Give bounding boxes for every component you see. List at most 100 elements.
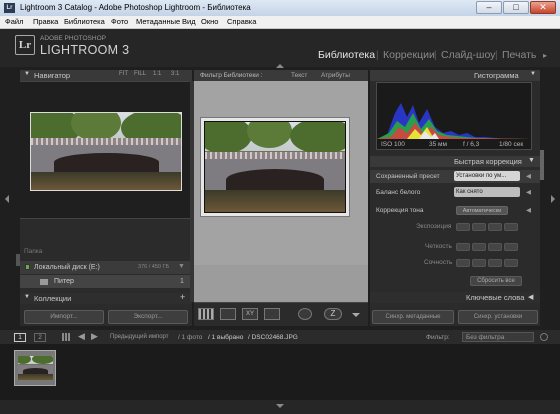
menu-file[interactable]: Файл bbox=[5, 17, 23, 26]
bottom-panel-toggle-icon[interactable] bbox=[276, 404, 284, 408]
navigator-header[interactable]: ▼ Навигатор FIT FILL 1:1 3:1 bbox=[20, 70, 192, 81]
top-panel-toggle-icon[interactable] bbox=[276, 64, 284, 68]
expand-triangle-icon[interactable]: ◀ bbox=[526, 206, 531, 214]
compare-view-icon[interactable]: XY bbox=[242, 308, 258, 320]
vibrance-plus-large[interactable] bbox=[504, 259, 518, 267]
histogram: ISO 100 35 мм f / 6,3 1/80 сек bbox=[376, 82, 532, 150]
menu-edit[interactable]: Правка bbox=[33, 17, 58, 26]
navigator-photo bbox=[30, 112, 182, 191]
toolbar-menu-icon[interactable] bbox=[352, 313, 360, 317]
histogram-header[interactable]: Гистограмма ▼ bbox=[370, 70, 540, 81]
import-button[interactable]: Импорт... bbox=[24, 310, 104, 324]
sort-direction-icon[interactable]: Z bbox=[324, 308, 342, 320]
module-print[interactable]: Печать bbox=[502, 49, 536, 61]
disk-status-icon bbox=[25, 264, 30, 270]
zoom-1-1[interactable]: 1:1 bbox=[153, 71, 161, 77]
white-balance-dropdown[interactable]: Как снято bbox=[454, 187, 520, 197]
exposure-plus[interactable] bbox=[488, 223, 502, 231]
quick-develop-header[interactable]: Быстрая коррекция ▼ bbox=[370, 156, 540, 167]
forward-arrow-icon[interactable]: ▶ bbox=[91, 331, 98, 342]
vibrance-plus[interactable] bbox=[488, 259, 502, 267]
menu-bar: Файл Правка Библиотека Фото Метаданные В… bbox=[0, 16, 560, 29]
left-scrollbar[interactable] bbox=[16, 254, 20, 266]
sync-settings-button[interactable]: Синхр. установки bbox=[458, 310, 538, 324]
disk-name: Локальный диск (E:) bbox=[34, 264, 100, 271]
tone-control-row: Коррекция тона Автоматически ◀ bbox=[370, 204, 540, 217]
volume-row[interactable]: Локальный диск (E:) 376 / 450 ГБ ▼ bbox=[20, 261, 192, 274]
thumbnail-photo bbox=[204, 121, 346, 213]
module-separator: | bbox=[376, 50, 379, 61]
exposure-plus-large[interactable] bbox=[504, 223, 518, 231]
right-scrollbar[interactable] bbox=[540, 150, 544, 180]
maximize-button[interactable]: □ bbox=[503, 1, 529, 14]
saved-preset-dropdown[interactable]: Установки по ум... bbox=[454, 171, 520, 181]
keywords-header[interactable]: Ключевые слова ◀ bbox=[370, 292, 540, 303]
navigator-preview[interactable] bbox=[20, 81, 192, 219]
folder-count: 1 bbox=[180, 278, 184, 285]
module-library[interactable]: Библиотека bbox=[318, 49, 375, 61]
left-panel-toggle-icon[interactable] bbox=[5, 195, 9, 203]
grid-view-icon[interactable] bbox=[198, 308, 214, 320]
close-button[interactable]: ✕ bbox=[530, 1, 556, 14]
thumbnail-cell[interactable] bbox=[194, 81, 368, 265]
clarity-minus[interactable] bbox=[472, 243, 486, 251]
right-panel-toggle-icon[interactable] bbox=[551, 195, 555, 203]
more-modules-icon[interactable]: ▸ bbox=[543, 51, 547, 60]
expand-triangle-icon: ◀ bbox=[528, 294, 534, 301]
filter-tab-text[interactable]: Текст bbox=[291, 72, 307, 79]
zoom-3-1[interactable]: 3:1 bbox=[171, 71, 179, 77]
zoom-fit[interactable]: FIT bbox=[119, 71, 128, 77]
menu-view[interactable]: Вид bbox=[182, 17, 196, 26]
tone-control-label: Коррекция тона bbox=[376, 207, 424, 214]
back-arrow-icon[interactable]: ◀ bbox=[78, 331, 85, 342]
logo-line2: LIGHTROOM 3 bbox=[40, 43, 130, 57]
vibrance-minus[interactable] bbox=[472, 259, 486, 267]
filter-switch-icon[interactable] bbox=[540, 333, 548, 341]
selected-thumbnail-frame[interactable] bbox=[200, 117, 350, 217]
exposure-label: Экспозиция bbox=[416, 223, 452, 230]
filter-title: Фильтр Библиотеки : bbox=[200, 72, 263, 79]
grid-scrollbar[interactable] bbox=[190, 81, 194, 302]
export-button[interactable]: Экспорт... bbox=[108, 310, 188, 324]
sync-metadata-button[interactable]: Синхр. метаданные bbox=[372, 310, 454, 324]
filmstrip-thumbnail bbox=[18, 356, 53, 380]
main-window-button[interactable]: 1 bbox=[14, 333, 26, 342]
collections-header[interactable]: ▼ Коллекции + bbox=[20, 292, 192, 304]
loupe-view-icon[interactable] bbox=[220, 308, 236, 320]
exposure-minus[interactable] bbox=[472, 223, 486, 231]
menu-library[interactable]: Библиотека bbox=[64, 17, 105, 26]
reset-all-button[interactable]: Сбросить все bbox=[470, 276, 522, 286]
add-collection-icon[interactable]: + bbox=[180, 292, 185, 302]
bottom-panel-bar bbox=[0, 400, 560, 414]
minimize-button[interactable]: – bbox=[476, 1, 502, 14]
grid-icon[interactable] bbox=[62, 333, 70, 341]
auto-tone-button[interactable]: Автоматически bbox=[456, 206, 508, 215]
exposure-minus-large[interactable] bbox=[456, 223, 470, 231]
second-window-button[interactable]: 2 bbox=[34, 333, 46, 342]
filmstrip-cell[interactable] bbox=[14, 350, 56, 386]
vibrance-minus-large[interactable] bbox=[456, 259, 470, 267]
expand-triangle-icon[interactable]: ◀ bbox=[526, 172, 531, 180]
histogram-title: Гистограмма bbox=[474, 71, 519, 80]
exif-iso: ISO 100 bbox=[381, 141, 405, 148]
exif-shutter: 1/80 сек bbox=[499, 141, 524, 148]
menu-photo[interactable]: Фото bbox=[111, 17, 128, 26]
module-develop[interactable]: Коррекции bbox=[383, 49, 435, 61]
filter-tab-attributes[interactable]: Атрибуты bbox=[321, 72, 350, 79]
clarity-row: Четкость bbox=[370, 240, 540, 253]
right-panel: Гистограмма ▼ ISO 100 35 мм f / 6,3 1/80… bbox=[370, 70, 540, 326]
painter-icon[interactable] bbox=[298, 308, 312, 320]
expand-triangle-icon[interactable]: ◀ bbox=[526, 188, 531, 196]
clarity-plus[interactable] bbox=[488, 243, 502, 251]
menu-metadata[interactable]: Метаданные bbox=[136, 17, 180, 26]
clarity-minus-large[interactable] bbox=[456, 243, 470, 251]
menu-window[interactable]: Окно bbox=[201, 17, 218, 26]
zoom-fill[interactable]: FILL bbox=[134, 71, 146, 77]
menu-help[interactable]: Справка bbox=[227, 17, 256, 26]
survey-view-icon[interactable] bbox=[264, 308, 280, 320]
clarity-plus-large[interactable] bbox=[504, 243, 518, 251]
module-slideshow[interactable]: Слайд-шоу bbox=[441, 49, 495, 61]
filter-dropdown[interactable]: Без фильтра bbox=[462, 332, 534, 342]
folder-row[interactable]: Питер 1 bbox=[20, 275, 192, 288]
disk-dropdown-icon[interactable]: ▼ bbox=[178, 263, 185, 270]
